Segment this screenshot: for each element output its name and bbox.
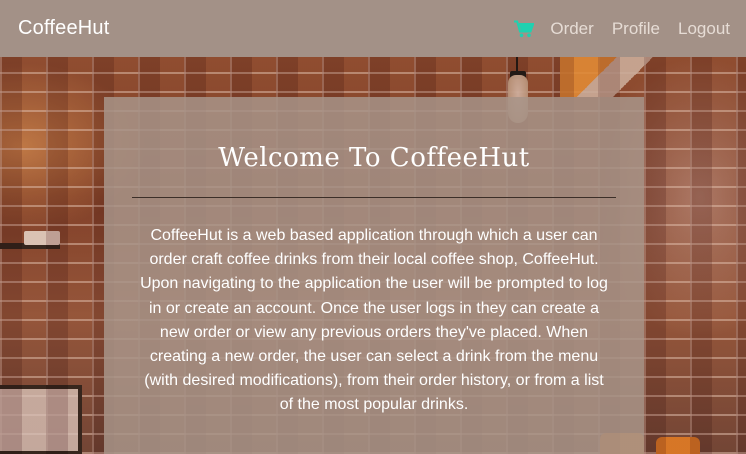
nav-link-profile[interactable]: Profile xyxy=(612,19,660,39)
lamp-cord xyxy=(516,57,518,77)
shelf-item xyxy=(24,231,60,245)
window-frame xyxy=(0,385,82,454)
nav-links: Order Profile Logout xyxy=(514,19,730,39)
brand-logo-link[interactable]: CoffeeHut xyxy=(18,17,110,40)
shopping-cart-icon[interactable] xyxy=(514,20,535,38)
background-decoration xyxy=(560,57,670,97)
lamp-cap xyxy=(510,71,526,79)
chair xyxy=(656,437,700,454)
wall-shelf xyxy=(0,243,60,249)
nav-link-logout[interactable]: Logout xyxy=(678,19,730,39)
navbar: CoffeeHut Order Profile Logout xyxy=(0,0,746,57)
welcome-title: Welcome To CoffeeHut xyxy=(218,143,530,173)
welcome-card: Welcome To CoffeeHut CoffeeHut is a web … xyxy=(104,97,644,454)
nav-link-order[interactable]: Order xyxy=(550,19,593,39)
app-description: CoffeeHut is a web based application thr… xyxy=(140,227,608,414)
title-divider xyxy=(132,197,616,198)
